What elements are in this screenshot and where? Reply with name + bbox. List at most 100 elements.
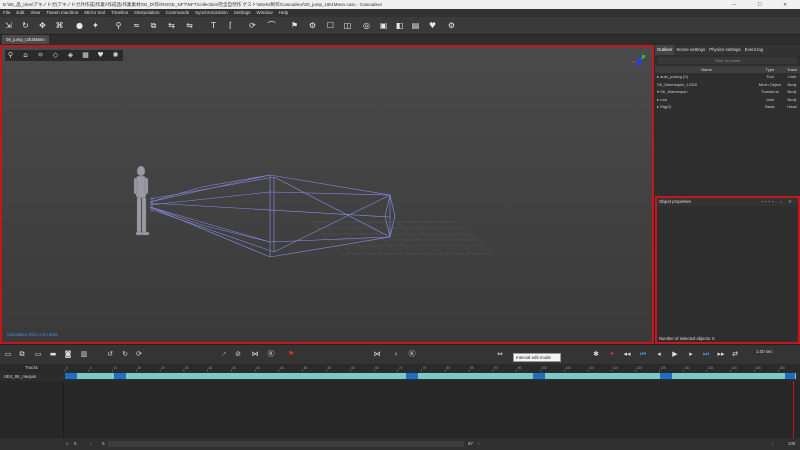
tab-physics-settings[interactable]: Physics settings (707, 45, 742, 55)
camera-icon[interactable]: ◙ (63, 349, 73, 359)
keyframe[interactable] (785, 373, 795, 379)
export-icon[interactable]: ♥ (427, 20, 438, 31)
keyframe[interactable] (406, 373, 418, 379)
text-icon[interactable]: T (208, 20, 219, 31)
fix-icon[interactable]: ◫ (342, 20, 353, 31)
start-frame[interactable]: 0 (102, 438, 104, 450)
menu-help[interactable]: Help (276, 9, 291, 17)
tab-outliner[interactable]: Outliner (655, 45, 675, 55)
trim-icon[interactable]: ⋈ (250, 349, 260, 359)
timeline-ruler[interactable]: 0 5 10 15 20 25 30 35 40 45 50 55 60 65 70 75 80 85 90 95 10… (63, 364, 800, 372)
outliner-row[interactable]: ▸ Rig(0) Basic Head (655, 103, 800, 111)
flip-icon[interactable]: ⇆ (166, 20, 177, 31)
run-icon[interactable]: ⚑ (289, 20, 300, 31)
tab-event-log[interactable]: Event log (743, 45, 765, 55)
menu-view[interactable]: View (27, 9, 43, 17)
select-all-icon[interactable]: ▭ (3, 349, 13, 359)
nav-next-icon[interactable]: › (478, 438, 479, 450)
keyframe[interactable] (533, 373, 545, 379)
chevron-icon[interactable]: › (391, 349, 401, 359)
nav-prev-icon[interactable]: ‹ (90, 438, 91, 450)
loop-mid-icon[interactable]: ↻ (120, 349, 130, 359)
next-frame-icon[interactable]: ▸ (686, 349, 696, 359)
menu-edit[interactable]: Edit (13, 9, 27, 17)
paste-frame-icon[interactable]: ▭ (33, 349, 43, 359)
physics-icon[interactable]: ⚙ (307, 20, 318, 31)
prev-frame-icon[interactable]: ◂ (654, 349, 664, 359)
marker-icon[interactable]: ✦ (607, 349, 617, 359)
track-lane[interactable] (63, 372, 800, 381)
zoom-level[interactable]: 100 (788, 438, 795, 450)
move-icon[interactable]: ✥ (37, 20, 48, 31)
menu-file[interactable]: File (0, 9, 13, 17)
keyframe[interactable] (660, 373, 672, 379)
rotate-icon[interactable]: ↻ (20, 20, 31, 31)
settings-icon[interactable]: ⚙ (446, 20, 457, 31)
key-icon[interactable]: Ⓚ (266, 349, 276, 359)
tab-document[interactable]: 00_jump_UE4Mann (2, 35, 49, 44)
loop-icon[interactable]: ⟳ (247, 20, 258, 31)
timeline-scrollbar[interactable] (108, 441, 464, 447)
viewport-3d[interactable]: ⚲ ⌂ ⚛ ◇ ◈ ▦ ♥ ✺ Cascadeur 2022.1 EA Beta (0, 45, 654, 344)
outliner-filter-input[interactable]: Filter by name (658, 57, 797, 64)
trim-right-icon[interactable]: ⋈ (372, 349, 382, 359)
col-name[interactable]: Name (655, 66, 756, 73)
mirror-icon[interactable]: ⇋ (184, 20, 195, 31)
prev-key-icon[interactable]: ⏮ (638, 349, 648, 359)
current-frame[interactable]: 0 (74, 438, 76, 450)
outliner-row[interactable]: SK_Mannequin_LOD0 Mesh Object Body (655, 81, 800, 89)
properties-toolbar-icons[interactable]: ▪▪▪▪ ⇔ ⚙ (762, 198, 794, 206)
flag-icon[interactable]: ⚑ (286, 349, 296, 359)
menu-commands[interactable]: Commands (163, 9, 193, 17)
playback-speed[interactable]: 1.00 sec (756, 349, 773, 354)
ghost-icon[interactable]: ☐ (325, 20, 336, 31)
capture-icon[interactable]: ◧ (394, 20, 405, 31)
split-icon[interactable]: ▥ (79, 349, 89, 359)
loop-left-icon[interactable]: ↺ (105, 349, 115, 359)
menu-synchronization[interactable]: Synchronization (192, 9, 231, 17)
point-icon[interactable]: ● (74, 20, 85, 31)
interval-edit-icon[interactable]: ⇔ (495, 349, 505, 359)
loop-playback-icon[interactable]: ⇄ (730, 349, 740, 359)
nav-first-icon[interactable]: « (66, 438, 68, 450)
rewind-icon[interactable]: ◂◂ (622, 349, 632, 359)
render-icon[interactable]: ▤ (410, 20, 421, 31)
menu-window[interactable]: Window (253, 9, 275, 17)
curve-icon[interactable]: ≈ (131, 20, 142, 31)
outliner-row[interactable]: ▸ root Joint Body (655, 96, 800, 104)
window-controls[interactable]: — ☐ ✕ (732, 0, 797, 9)
end-frame[interactable]: 97 (468, 438, 473, 450)
tab-scene-settings[interactable]: Scene settings (674, 45, 707, 55)
joint-icon[interactable]: ⌘ (54, 20, 65, 31)
menu-tween-machine[interactable]: Tween machine (43, 9, 81, 17)
no-icon[interactable]: ⊘ (233, 349, 243, 359)
col-type[interactable]: Type (756, 66, 782, 73)
copy-icon[interactable]: ⧉ (148, 20, 159, 31)
menu-timeline[interactable]: Timeline (108, 9, 131, 17)
track-name[interactable]: UE4_SK_mequin (0, 372, 63, 381)
loop-right-icon[interactable]: ⟳ (134, 349, 144, 359)
col-track[interactable]: Track (782, 66, 800, 73)
outliner-row[interactable]: ▾ SK_Mannequin Transform Body (655, 88, 800, 96)
interval-bar[interactable] (65, 373, 796, 379)
selection-icon[interactable]: ⇲ (3, 20, 14, 31)
frame-icon[interactable]: ▬ (48, 349, 58, 359)
zoom-out-icon[interactable]: ‹ (772, 438, 773, 450)
pin-key-icon[interactable]: ✱ (591, 349, 601, 359)
play-icon[interactable]: ▶ (670, 349, 680, 359)
bracket-icon[interactable]: ⌈ (225, 20, 236, 31)
target-icon[interactable]: ◎ (361, 20, 372, 31)
keyframe[interactable] (65, 373, 77, 379)
next-key-icon[interactable]: ⏭ (701, 349, 711, 359)
keyframe[interactable] (114, 373, 126, 379)
key-frame-icon[interactable]: Ⓚ (407, 349, 417, 359)
menu-settings[interactable]: Settings (231, 9, 254, 17)
arc-icon[interactable]: ⌒ (266, 20, 277, 31)
pin-icon[interactable]: ✦ (90, 20, 101, 31)
fast-forward-icon[interactable]: ▸▸ (716, 349, 726, 359)
menu-interpolation[interactable]: Interpolation (131, 9, 162, 17)
outliner-row[interactable]: ▸ auto_posing (0) Tool Limb (655, 73, 800, 81)
copy-frame-icon[interactable]: ⧉ (17, 349, 27, 359)
layers-icon[interactable]: ▣ (378, 20, 389, 31)
menu-mirror-tool[interactable]: Mirror tool (81, 9, 108, 17)
